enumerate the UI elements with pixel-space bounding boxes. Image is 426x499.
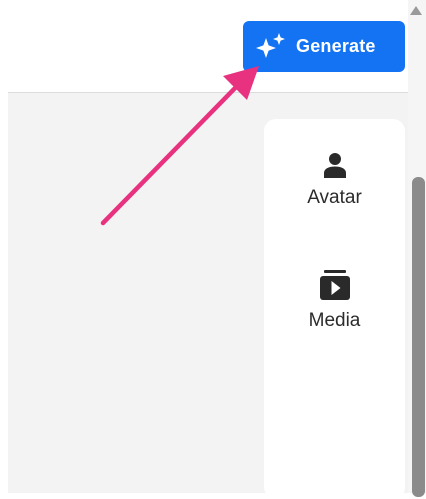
panel-item-label: Media (308, 310, 361, 331)
panel-item-media[interactable]: Media (264, 270, 405, 332)
sparkle-icon (256, 32, 285, 58)
generate-button[interactable]: Generate (243, 21, 405, 72)
side-panel: Avatar Media (264, 119, 405, 499)
generate-label: Generate (296, 36, 376, 56)
scroll-up-icon[interactable] (410, 6, 422, 15)
panel-item-avatar[interactable]: Avatar (264, 152, 405, 209)
scrollbar-thumb[interactable] (412, 177, 425, 497)
panel-item-label: Avatar (307, 187, 362, 208)
media-icon (319, 270, 350, 300)
avatar-icon (323, 153, 346, 178)
